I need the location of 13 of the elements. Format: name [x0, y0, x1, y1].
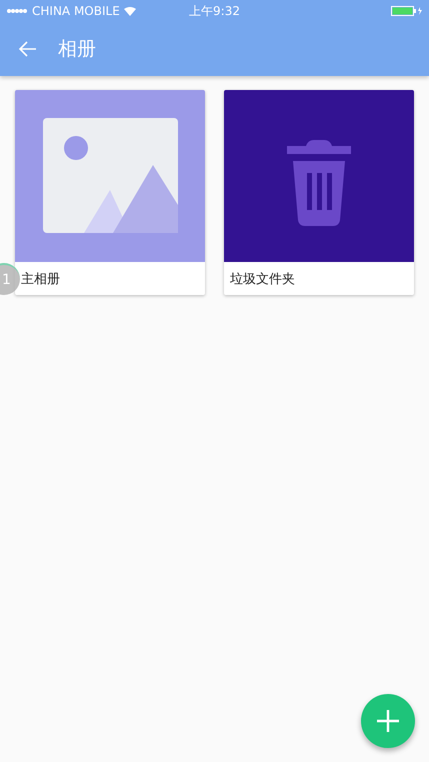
clock: 上午9:32	[189, 2, 240, 20]
signal-icon	[6, 8, 28, 14]
wifi-icon	[124, 6, 136, 16]
page-title: 相册	[58, 37, 96, 62]
album-card[interactable]: 主相册	[15, 90, 205, 295]
battery-icon	[391, 6, 423, 16]
album-name: 垃圾文件夹	[230, 270, 295, 288]
back-button[interactable]	[18, 39, 38, 59]
album-card[interactable]: 垃圾文件夹	[224, 90, 414, 295]
plus-icon	[375, 708, 401, 734]
add-button[interactable]	[361, 694, 415, 748]
carrier-name: CHINA MOBILE	[32, 4, 120, 18]
album-name: 主相册	[21, 270, 60, 288]
